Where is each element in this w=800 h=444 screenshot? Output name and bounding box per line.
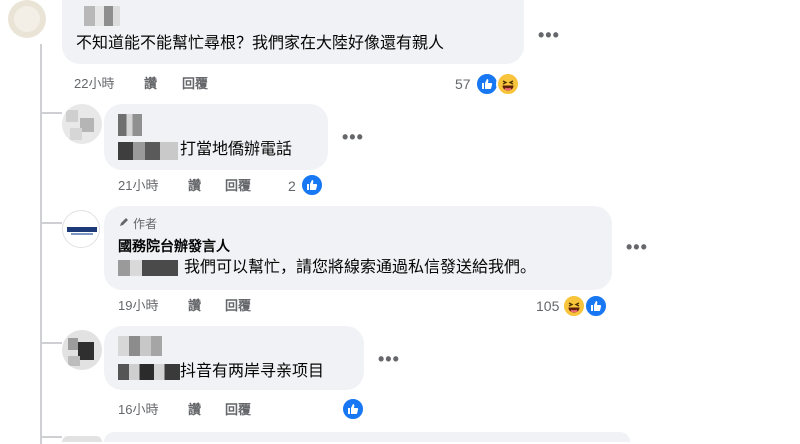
comment-text: 打當地僑辦電話: [180, 141, 293, 158]
avatar-logo-band: [67, 227, 97, 232]
commenter-name[interactable]: 國務院台辦發言人: [118, 237, 230, 255]
comment-text: 我們可以幫忙，請您將線索通過私信發送給我們。: [184, 259, 537, 276]
thread-line-branch-3: [40, 342, 62, 344]
commenter-name-blurred[interactable]: [84, 6, 120, 26]
avatar-logo-band: [71, 233, 93, 235]
comment-bubble: 不知道能不能幫忙尋根？我們家在大陸好像還有親人: [62, 0, 524, 64]
reply-button[interactable]: 回覆: [225, 402, 251, 418]
like-icon: [341, 397, 365, 421]
mention-blurred[interactable]: [118, 260, 178, 276]
timestamp[interactable]: 22小時: [74, 76, 114, 92]
like-icon: [300, 173, 324, 197]
reaction-count[interactable]: 57: [455, 76, 471, 92]
reply-button[interactable]: 回覆: [225, 178, 251, 194]
commenter-name-blurred[interactable]: [118, 364, 180, 380]
more-options-button[interactable]: •••: [378, 350, 400, 368]
avatar[interactable]: [8, 0, 46, 38]
comment-bubble: 抖音有两岸寻亲项目: [104, 326, 364, 390]
avatar[interactable]: [62, 210, 100, 248]
avatar[interactable]: [62, 104, 102, 144]
commenter-name-blurred[interactable]: [118, 114, 142, 136]
thread-line-branch-4: [40, 436, 62, 438]
author-badge-label: 作者: [133, 216, 158, 231]
comment-bubble: 作者 國務院台辦發言人 我們可以幫忙，請您將線索通過私信發送給我們。: [104, 206, 612, 290]
avatar-blur: [80, 118, 94, 132]
avatar-blur: [66, 110, 78, 122]
like-icon: [584, 294, 608, 318]
comment-bubble: 打當地僑辦電話: [104, 104, 328, 170]
like-button[interactable]: 讚: [188, 178, 201, 194]
avatar-blur: [78, 342, 94, 360]
comment-bubble: [104, 432, 630, 442]
like-button[interactable]: 讚: [188, 402, 201, 418]
like-button[interactable]: 讚: [188, 298, 201, 314]
thread-line-branch-1: [40, 112, 62, 114]
thread-line-branch-2: [40, 222, 62, 224]
comment-text: 抖音有两岸寻亲项目: [180, 363, 325, 380]
commenter-name-blurred[interactable]: [118, 336, 162, 356]
timestamp[interactable]: 21小時: [118, 178, 158, 194]
reply-button[interactable]: 回覆: [182, 76, 208, 92]
more-options-button[interactable]: •••: [342, 128, 364, 146]
reaction-count[interactable]: 2: [288, 178, 296, 194]
avatar-blur: [68, 338, 78, 350]
like-button[interactable]: 讚: [144, 76, 157, 92]
avatar[interactable]: [62, 330, 102, 370]
avatar[interactable]: [62, 436, 102, 442]
pencil-icon: [118, 216, 130, 231]
comment-text: 不知道能不能幫忙尋根？我們家在大陸好像還有親人: [76, 35, 445, 52]
comment-meta: 19小時 讚 回覆: [118, 298, 318, 314]
haha-icon: [562, 294, 586, 318]
reply-button[interactable]: 回覆: [225, 298, 251, 314]
comment-meta: 16小時 讚 回覆: [118, 402, 318, 418]
commenter-name-blurred[interactable]: [118, 142, 178, 160]
more-options-button[interactable]: •••: [626, 238, 648, 256]
author-badge: 作者: [118, 216, 157, 231]
avatar-blur: [70, 128, 82, 140]
avatar-blur: [14, 6, 40, 32]
comment-meta: 22小時 讚 回覆: [74, 76, 274, 92]
haha-icon: [496, 72, 520, 96]
timestamp[interactable]: 19小時: [118, 298, 158, 314]
thread-line-main: [40, 44, 42, 444]
reaction-count[interactable]: 105: [536, 298, 559, 314]
avatar-blur: [68, 356, 80, 366]
more-options-button[interactable]: •••: [538, 26, 560, 44]
timestamp[interactable]: 16小時: [118, 402, 158, 418]
